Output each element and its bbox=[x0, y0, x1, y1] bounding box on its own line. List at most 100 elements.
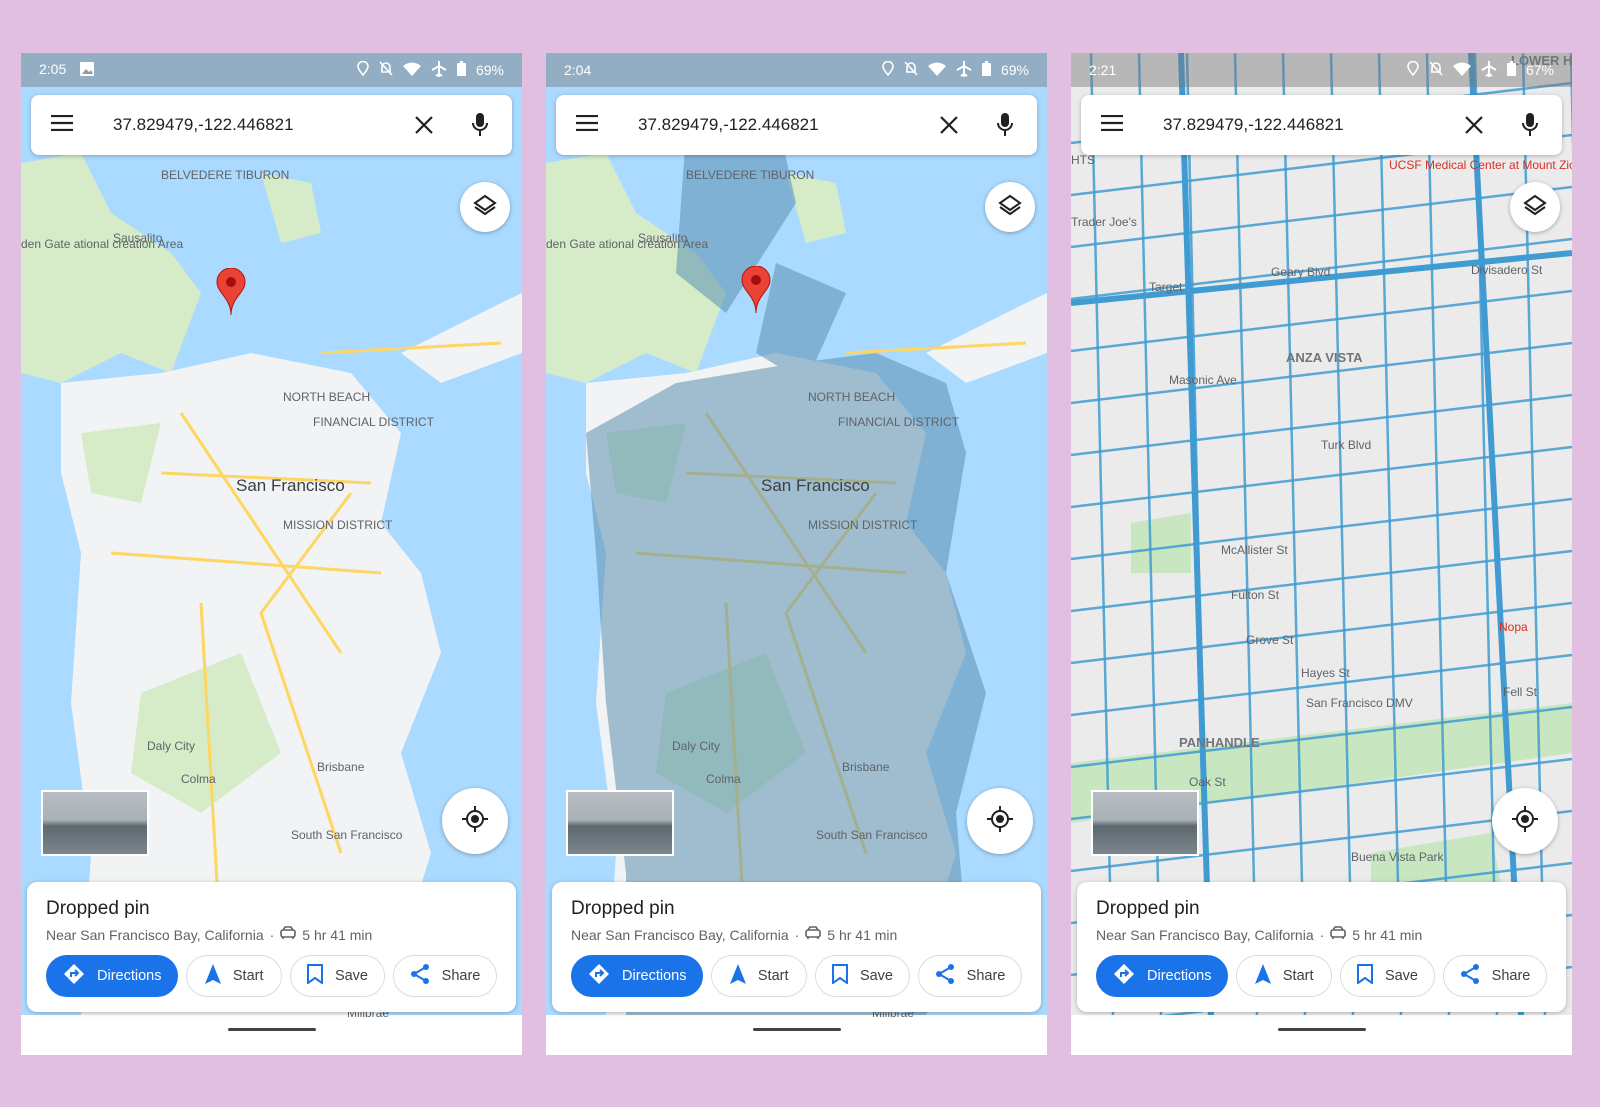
street-view-thumbnail[interactable] bbox=[566, 790, 674, 856]
share-button[interactable]: Share bbox=[393, 955, 497, 997]
map-label[interactable]: UCSF Medical Center at Mount Zion bbox=[1389, 158, 1572, 172]
map-label[interactable]: NORTH BEACH bbox=[283, 390, 370, 404]
bookmark-icon bbox=[306, 964, 323, 988]
map-label[interactable]: Turk Blvd bbox=[1321, 438, 1371, 452]
layers-button[interactable] bbox=[1510, 182, 1560, 232]
map-label[interactable]: Buena Vista Park bbox=[1351, 850, 1444, 864]
map-label[interactable]: BELVEDERE TIBURON bbox=[161, 168, 289, 182]
close-icon[interactable] bbox=[1462, 113, 1486, 137]
place-card[interactable]: Dropped pin Near San Francisco Bay, Cali… bbox=[27, 882, 516, 1012]
start-button[interactable]: Start bbox=[186, 955, 282, 997]
menu-icon[interactable] bbox=[51, 114, 73, 136]
map-label[interactable]: McAllister St bbox=[1221, 543, 1288, 557]
map-label[interactable]: San Francisco DMV bbox=[1306, 696, 1413, 710]
wifi-icon bbox=[402, 62, 421, 79]
microphone-icon[interactable] bbox=[468, 113, 492, 137]
directions-button[interactable]: Directions bbox=[571, 955, 704, 997]
search-bar[interactable]: 37.829479,-122.446821 bbox=[31, 95, 512, 155]
microphone-icon[interactable] bbox=[1518, 113, 1542, 137]
menu-icon[interactable] bbox=[576, 114, 598, 136]
map-view[interactable]: Sausalito BELVEDERE TIBURON den Gate ation… bbox=[546, 53, 1047, 1020]
save-button[interactable]: Save bbox=[289, 955, 385, 997]
phone-screen-3: UCSF Medical Center at Mount Zion Trader … bbox=[1071, 53, 1572, 1055]
directions-button[interactable]: Directions bbox=[46, 955, 179, 997]
map-label[interactable]: den Gate ational creation Area bbox=[21, 237, 183, 251]
map-label[interactable]: HTS bbox=[1071, 153, 1095, 167]
map-label[interactable]: Oak St bbox=[1189, 775, 1226, 789]
map-label[interactable]: San Francisco bbox=[236, 476, 345, 496]
map-label[interactable]: South San Francisco bbox=[816, 828, 927, 842]
map-label[interactable]: den Gate ational creation Area bbox=[546, 237, 708, 251]
map-label[interactable]: FINANCIAL DISTRICT bbox=[838, 415, 959, 429]
map-label[interactable]: Nopa bbox=[1499, 620, 1528, 634]
map-label[interactable]: Fell St bbox=[1503, 685, 1537, 699]
coverage-overlay bbox=[586, 113, 986, 1015]
my-location-button[interactable] bbox=[442, 788, 508, 854]
place-card[interactable]: Dropped pin Near San Francisco Bay, Cali… bbox=[1077, 882, 1566, 1012]
start-label: Start bbox=[757, 968, 789, 984]
battery-percent: 67% bbox=[1525, 62, 1554, 78]
place-title: Dropped pin bbox=[571, 898, 675, 919]
map-label[interactable]: Grove St bbox=[1246, 633, 1293, 647]
start-button[interactable]: Start bbox=[711, 955, 807, 997]
save-label: Save bbox=[334, 968, 368, 984]
street-view-thumbnail[interactable] bbox=[41, 790, 149, 856]
home-indicator[interactable] bbox=[752, 1028, 841, 1031]
map-label[interactable]: Masonic Ave bbox=[1169, 373, 1237, 387]
search-input[interactable]: 37.829479,-122.446821 bbox=[1163, 115, 1430, 135]
map-label[interactable]: Divisadero St bbox=[1471, 263, 1542, 277]
map-label[interactable]: Trader Joe's bbox=[1071, 215, 1137, 229]
map-label[interactable]: Geary Blvd bbox=[1271, 265, 1330, 279]
map-label[interactable]: Daly City bbox=[672, 739, 720, 753]
share-icon bbox=[935, 964, 955, 988]
map-label[interactable]: Brisbane bbox=[317, 760, 364, 774]
close-icon[interactable] bbox=[412, 113, 436, 137]
map-label[interactable]: Daly City bbox=[147, 739, 195, 753]
map-label[interactable]: BELVEDERE TIBURON bbox=[686, 168, 814, 182]
map-label[interactable]: Brisbane bbox=[842, 760, 889, 774]
map-label[interactable]: NORTH BEACH bbox=[808, 390, 895, 404]
drive-time: 5 hr 41 min bbox=[827, 926, 898, 943]
my-location-button[interactable] bbox=[967, 788, 1033, 854]
battery-percent: 69% bbox=[475, 62, 504, 78]
place-card[interactable]: Dropped pin Near San Francisco Bay, Cali… bbox=[552, 882, 1041, 1012]
search-bar[interactable]: 37.829479,-122.446821 bbox=[556, 95, 1037, 155]
search-bar[interactable]: 37.829479,-122.446821 bbox=[1081, 95, 1562, 155]
status-time: 2:21 bbox=[1089, 62, 1117, 78]
map-view[interactable]: Sausalito BELVEDERE TIBURON den Gate ation… bbox=[21, 53, 522, 1020]
menu-icon[interactable] bbox=[1101, 114, 1123, 136]
map-label[interactable]: MISSION DISTRICT bbox=[283, 518, 392, 532]
share-button[interactable]: Share bbox=[1443, 955, 1547, 997]
map-label[interactable]: FINANCIAL DISTRICT bbox=[313, 415, 434, 429]
map-label[interactable]: San Francisco bbox=[761, 476, 870, 496]
directions-button[interactable]: Directions bbox=[1096, 955, 1229, 997]
map-label[interactable]: Target bbox=[1149, 280, 1182, 294]
map-label[interactable]: Colma bbox=[706, 772, 741, 786]
map-label[interactable]: Colma bbox=[181, 772, 216, 786]
map-view[interactable]: UCSF Medical Center at Mount Zion Trader … bbox=[1071, 53, 1572, 1015]
car-icon bbox=[1330, 926, 1347, 943]
close-icon[interactable] bbox=[937, 113, 961, 137]
map-label[interactable]: MISSION DISTRICT bbox=[808, 518, 917, 532]
microphone-icon[interactable] bbox=[993, 113, 1017, 137]
map-label[interactable]: Hayes St bbox=[1301, 666, 1350, 680]
map-label[interactable]: South San Francisco bbox=[291, 828, 402, 842]
start-button[interactable]: Start bbox=[1236, 955, 1332, 997]
home-indicator[interactable] bbox=[1277, 1028, 1366, 1031]
layers-button[interactable] bbox=[460, 182, 510, 232]
place-subtitle: Near San Francisco Bay, California bbox=[1096, 926, 1314, 943]
search-input[interactable]: 37.829479,-122.446821 bbox=[638, 115, 905, 135]
my-location-icon bbox=[461, 805, 489, 838]
street-view-thumbnail[interactable] bbox=[1091, 790, 1199, 856]
map-label[interactable]: ANZA VISTA bbox=[1286, 350, 1363, 365]
search-input[interactable]: 37.829479,-122.446821 bbox=[113, 115, 380, 135]
save-button[interactable]: Save bbox=[1339, 955, 1435, 997]
map-label[interactable]: Fulton St bbox=[1231, 588, 1279, 602]
map-label[interactable]: PANHANDLE bbox=[1179, 735, 1260, 750]
layers-button[interactable] bbox=[985, 182, 1035, 232]
home-indicator[interactable] bbox=[227, 1028, 316, 1031]
save-button[interactable]: Save bbox=[814, 955, 910, 997]
share-button[interactable]: Share bbox=[918, 955, 1022, 997]
my-location-button[interactable] bbox=[1492, 788, 1558, 854]
my-location-icon bbox=[986, 805, 1014, 838]
